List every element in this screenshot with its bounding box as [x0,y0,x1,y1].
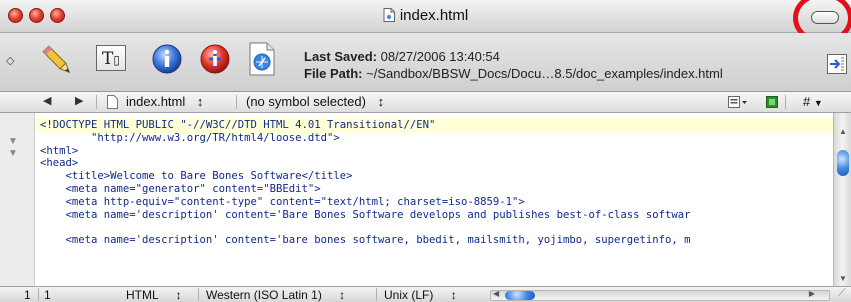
horizontal-scroll-thumb[interactable] [505,291,535,300]
code-line: <head> [40,157,79,170]
code-line: <meta name='description' content='bare b… [40,234,691,247]
horizontal-scrollbar[interactable]: ◀ ▶ [490,289,830,301]
window-title: index.html [0,7,851,24]
navigation-bar: ◀ ▶ index.html ↕ (no symbol selected) ↕ … [0,92,851,113]
file-info: Last Saved: 08/27/2006 13:40:54 File Pat… [304,48,723,82]
file-path-value: ~/Sandbox/BBSW_Docs/Docu…8.5/doc_example… [366,66,723,81]
chevron-down-icon: ▼ [813,98,823,108]
last-saved-label: Last Saved: [304,49,377,64]
includes-hash-label: # [803,94,811,109]
title-bar: index.html [0,0,851,44]
forward-button[interactable]: ▶ [75,94,83,107]
status-divider [198,288,199,301]
line-endings-label: Unix (LF) [384,288,434,302]
document-icon [383,8,395,22]
line-endings-popup[interactable]: Unix (LF) ↕ [384,288,457,302]
scroll-left-arrow-icon[interactable]: ◀ [493,289,499,298]
nav-divider [785,95,786,109]
file-path-label: File Path: [304,66,363,81]
last-saved-value: 08/27/2006 13:40:54 [380,49,500,64]
language-label: HTML [126,288,159,302]
symbol-popup[interactable]: (no symbol selected) ↕ [246,94,384,109]
language-arrows-icon: ↕ [175,288,182,302]
symbol-popup-label: (no symbol selected) [246,94,366,109]
code-line: <meta name='description' content='Bare B… [40,208,691,221]
bbedit-window: index.html ◇ T▯ Last Saved: 08/27/2006 1… [0,0,851,302]
nav-divider [236,95,237,109]
diamond-icon[interactable]: ◇ [6,54,14,67]
code-line: "http://www.w3.org/TR/html4/loose.dtd"> [40,131,340,144]
code-line: <title>Welcome to Bare Bones Software</t… [40,170,353,183]
includes-popup[interactable]: # ▼ [803,94,823,109]
status-divider [376,288,377,301]
code-line: <html> [40,144,79,157]
resize-grip-icon[interactable]: ⟋ [838,287,846,300]
line-endings-arrows-icon: ↕ [450,288,457,302]
language-popup[interactable]: HTML ↕ [126,288,182,302]
scroll-right-arrow-icon[interactable]: ▶ [809,289,815,298]
markers-popup-icon[interactable] [728,96,748,108]
fold-triangle-icon[interactable]: ▼ [8,136,18,147]
encoding-popup[interactable]: Western (ISO Latin 1) ↕ [206,288,345,302]
file-popup[interactable]: index.html ↕ [126,94,203,109]
fold-triangle-icon[interactable]: ▼ [8,148,18,159]
nav-divider [96,95,97,109]
code-line: <meta name="generator" content="BBEdit"> [40,182,321,195]
window-title-text: index.html [399,7,469,24]
status-divider [38,288,39,301]
path-popup-icon[interactable] [827,54,847,74]
file-popup-arrows-icon: ↕ [196,94,204,109]
symbol-popup-arrows-icon: ↕ [377,94,385,109]
scroll-down-arrow-icon[interactable]: ▼ [839,274,847,283]
code-text[interactable]: <!DOCTYPE HTML PUBLIC "-//W3C//DTD HTML … [40,119,691,247]
pencil-icon[interactable] [40,42,76,80]
toolbar: ◇ T▯ Last Saved: 08/27/2006 13:40:54 Fil… [0,33,851,92]
column-number: 1 [44,288,51,302]
info-icon[interactable] [152,44,182,74]
file-icon [107,95,118,109]
back-button[interactable]: ◀ [43,94,51,107]
file-popup-label: index.html [126,94,186,109]
status-bar: 1 1 HTML ↕ Western (ISO Latin 1) ↕ Unix … [0,286,851,302]
preview-in-browser-icon[interactable] [248,42,276,76]
line-gutter: ▼ ▼ [0,113,35,286]
vertical-scroll-thumb[interactable] [837,150,849,176]
line-number: 1 [24,288,31,302]
text-options-button[interactable]: T▯ [96,45,126,71]
text-options-label: T [102,49,114,69]
document-info-icon[interactable] [200,44,230,74]
code-line: <meta http-equiv="content-type" content=… [40,195,525,208]
scroll-up-arrow-icon[interactable]: ▲ [839,127,847,136]
code-line: <!DOCTYPE HTML PUBLIC "-//W3C//DTD HTML … [40,119,436,131]
vertical-scrollbar[interactable]: ▲ ▼ [833,113,851,286]
encoding-arrows-icon: ↕ [339,288,346,302]
text-editor[interactable]: <!DOCTYPE HTML PUBLIC "-//W3C//DTD HTML … [35,113,833,286]
counterpart-icon[interactable] [766,96,778,108]
encoding-label: Western (ISO Latin 1) [206,288,322,302]
